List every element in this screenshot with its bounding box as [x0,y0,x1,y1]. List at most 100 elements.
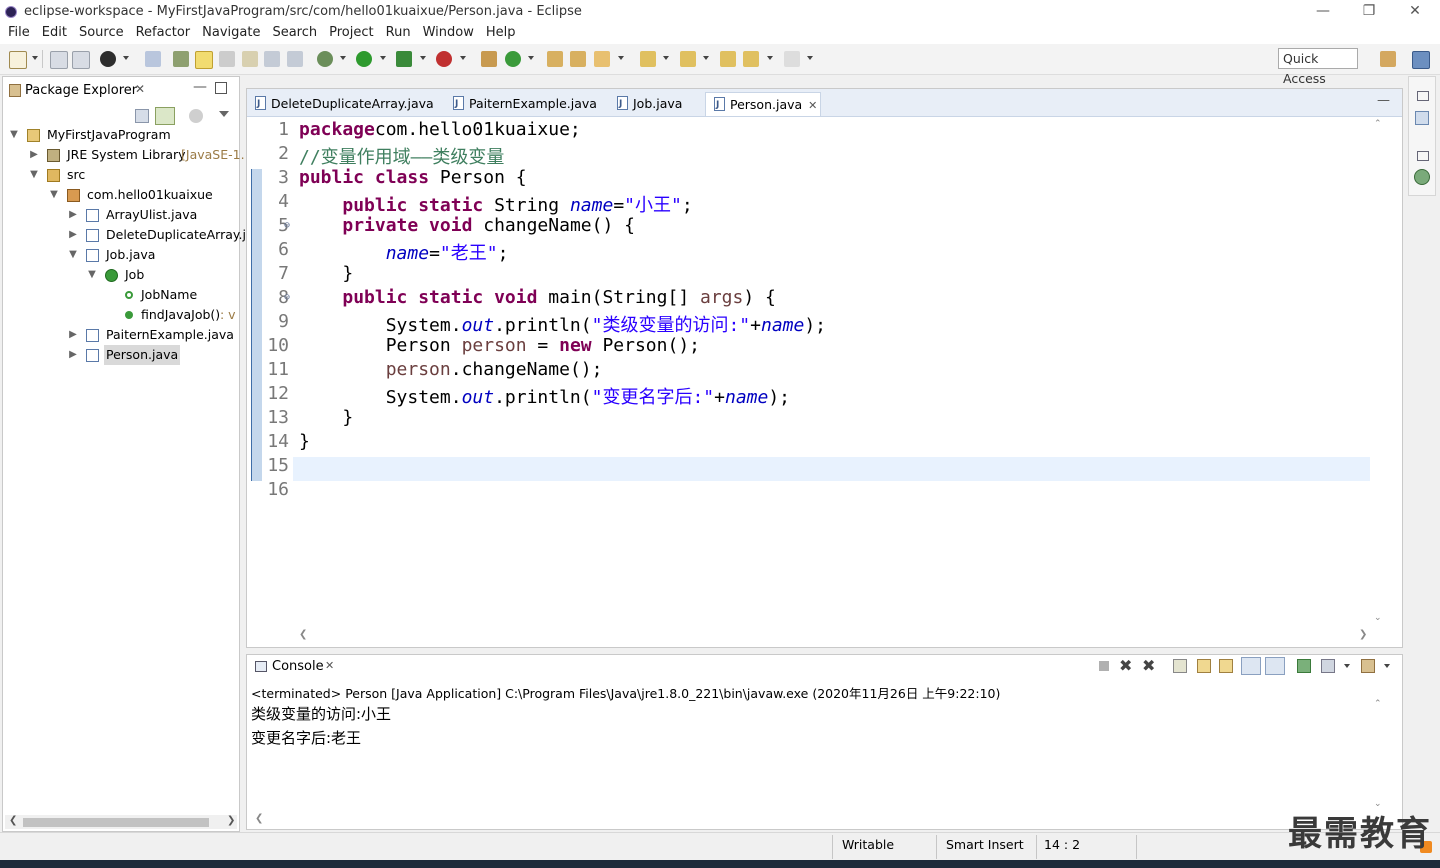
tab-deleteduplicatearray[interactable]: DeleteDuplicateArray.java [255,92,434,116]
menu-window[interactable]: Window [417,24,480,42]
forward-icon[interactable] [784,51,800,67]
forward-dropdown-icon[interactable] [807,56,813,60]
scroll-lock-icon[interactable] [1197,659,1211,673]
restore-view-icon[interactable] [1417,151,1429,161]
code-area[interactable]: 1 2 3 4 5 6 7 8 9 10 11 12 13 14 15 16 packagecom.hello… [247,117,1387,627]
minimize-button[interactable]: — [1300,0,1346,24]
mark-occurrences-icon[interactable] [195,51,213,69]
view-menu-icon[interactable] [219,111,229,117]
open-console-icon[interactable] [1361,659,1375,673]
next-annotation-icon[interactable] [640,51,656,67]
close-view-icon[interactable]: ✕ [325,659,334,672]
profile-dropdown-icon[interactable] [123,56,129,60]
annotation-icon[interactable] [219,51,235,67]
remove-all-terminated-icon[interactable]: ✖ [1142,656,1155,675]
menu-refactor[interactable]: Refactor [130,24,197,42]
pin-console-icon[interactable] [1297,659,1311,673]
last-edit-icon[interactable] [720,51,736,67]
close-button[interactable]: ✕ [1392,0,1438,24]
filter-icon[interactable] [189,109,203,123]
scroll-right-icon[interactable]: ❯ [1359,629,1367,640]
external-tools-dropdown-icon[interactable] [460,56,466,60]
scroll-up-icon[interactable]: ⌃ [1374,119,1382,129]
tab-person[interactable]: Person.java ✕ [705,92,821,117]
new-java-project-icon[interactable] [481,51,497,67]
word-wrap-icon[interactable] [1219,659,1233,673]
open-folder-icon[interactable] [547,51,563,67]
skip-breakpoints-icon[interactable] [145,51,161,67]
quick-access-field[interactable]: Quick Access [1278,48,1358,86]
previous-annotation-icon[interactable] [680,51,696,67]
menu-search[interactable]: Search [266,24,323,42]
close-tab-icon[interactable]: ✕ [808,99,817,112]
menu-project[interactable]: Project [323,24,379,42]
back-dropdown-icon[interactable] [767,56,773,60]
console-vertical-scrollbar[interactable]: ⌃ ⌄ [1371,699,1385,817]
show-whitespace-icon[interactable] [264,51,280,67]
scroll-up-icon[interactable]: ⌃ [1374,699,1382,709]
new-class-icon[interactable] [505,51,521,67]
profile-icon[interactable] [100,51,116,67]
maximize-view-icon[interactable] [215,82,227,94]
new-icon[interactable] [9,51,27,69]
terminate-icon[interactable] [1099,661,1109,671]
coverage-icon[interactable] [396,51,412,67]
scroll-left-icon[interactable]: ❮ [255,813,263,824]
back-icon[interactable] [743,51,759,67]
vertical-scrollbar[interactable]: ⌃ ⌄ [1371,119,1385,627]
toggle-block-icon[interactable] [242,51,258,67]
search-tool-icon[interactable] [594,51,610,67]
scroll-left-icon[interactable]: ❮ [9,815,17,826]
coverage-dropdown-icon[interactable] [420,56,426,60]
tab-job[interactable]: Job.java [617,92,682,116]
java-perspective-icon[interactable] [1412,51,1430,69]
search-dropdown-icon[interactable] [618,56,624,60]
display-console-dropdown-icon[interactable] [1344,664,1350,668]
debug-icon[interactable] [317,51,333,67]
menu-file[interactable]: File [0,24,36,42]
task-list-icon[interactable] [1414,169,1430,185]
link-with-editor-icon[interactable] [155,107,175,125]
collapse-all-icon[interactable] [135,109,149,123]
display-console-icon[interactable] [1321,659,1335,673]
fold-collapse-icon[interactable]: ⊖ [284,292,290,303]
open-perspective-icon[interactable] [1380,51,1396,67]
paragraph-icon[interactable] [287,51,303,67]
console-title[interactable]: Console [272,659,324,674]
external-tools-icon[interactable] [436,51,452,67]
menu-help[interactable]: Help [480,24,522,42]
menu-edit[interactable]: Edit [36,24,73,42]
show-on-stdout-icon[interactable] [1241,657,1261,675]
restore-button[interactable]: ❐ [1346,0,1392,24]
debug-dropdown-icon[interactable] [340,56,346,60]
editor-horizontal-scrollbar[interactable]: ❮ ❯ [297,629,1371,643]
run-dropdown-icon[interactable] [380,56,386,60]
minimize-editor-icon[interactable]: — [1377,93,1390,108]
restore-view-icon[interactable] [1417,91,1429,101]
open-console-dropdown-icon[interactable] [1384,664,1390,668]
new-dropdown-icon[interactable] [32,56,38,60]
open-task-icon[interactable] [570,51,586,67]
menu-source[interactable]: Source [73,24,130,42]
tab-paiternexample[interactable]: PaiternExample.java [453,92,597,116]
scroll-down-icon[interactable]: ⌄ [1374,613,1382,623]
minimize-view-icon[interactable]: — [193,79,207,95]
clear-console-icon[interactable] [1173,659,1187,673]
save-icon[interactable] [50,51,68,69]
next-annotation-dropdown-icon[interactable] [663,56,669,60]
scrollbar-thumb[interactable] [23,818,209,827]
previous-annotation-dropdown-icon[interactable] [703,56,709,60]
open-type-icon[interactable] [173,51,189,67]
run-icon[interactable] [356,51,372,67]
menu-navigate[interactable]: Navigate [196,24,266,42]
scroll-left-icon[interactable]: ❮ [299,629,307,640]
remove-launch-icon[interactable]: ✖ [1119,656,1132,675]
show-on-stderr-icon[interactable] [1265,657,1285,675]
outline-view-icon[interactable] [1415,111,1429,125]
package-explorer-title[interactable]: Package Explorer [25,83,137,98]
scroll-right-icon[interactable]: ❯ [227,815,235,826]
horizontal-scrollbar[interactable]: ❮ ❯ [5,815,237,829]
new-class-dropdown-icon[interactable] [528,56,534,60]
save-all-icon[interactable] [72,51,90,69]
fold-collapse-icon[interactable]: ⊖ [284,220,290,231]
